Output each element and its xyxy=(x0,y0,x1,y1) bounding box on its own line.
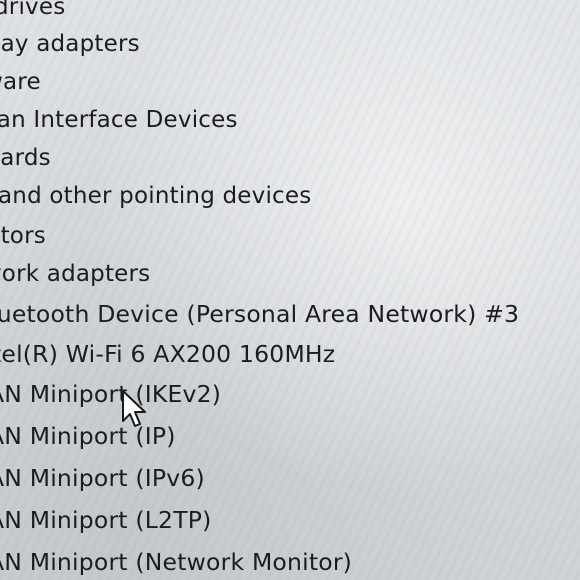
tree-item-label: AN Miniport (L2TP) xyxy=(0,506,212,534)
tree-item-label: AN Miniport (IPv6) xyxy=(0,464,205,492)
tree-item-label: nan Interface Devices xyxy=(0,107,238,133)
tree-item-firmware[interactable]: ware xyxy=(0,63,41,101)
tree-item-disk-drives[interactable]: drives xyxy=(0,0,65,26)
device-manager-tree: drives lay adapters ware nan Interface D… xyxy=(0,0,580,580)
tree-item-label: lay adapters xyxy=(0,31,140,57)
arrow-pointer-icon xyxy=(122,390,146,427)
tree-item-wan-ikev2[interactable]: AN Miniport (IKEv2) xyxy=(0,375,221,413)
tree-item-display-adapters[interactable]: lay adapters xyxy=(0,25,140,63)
tree-item-label: tel(R) Wi-Fi 6 AX200 160MHz xyxy=(0,340,336,368)
tree-item-mice[interactable]: and other pointing devices xyxy=(0,177,311,215)
tree-item-label: vork adapters xyxy=(0,261,151,287)
tree-item-wan-l2tp[interactable]: AN Miniport (L2TP) xyxy=(0,501,212,539)
tree-item-label: AN Miniport (Network Monitor) xyxy=(0,548,353,576)
tree-item-wan-network-monitor[interactable]: AN Miniport (Network Monitor) xyxy=(0,543,352,580)
tree-item-label: luetooth Device (Personal Area Network) … xyxy=(0,300,520,328)
tree-item-label: oards xyxy=(0,145,51,171)
tree-item-label: itors xyxy=(0,223,46,249)
tree-item-wan-ipv6[interactable]: AN Miniport (IPv6) xyxy=(0,459,205,497)
tree-item-human-interface-devices[interactable]: nan Interface Devices xyxy=(0,101,238,139)
tree-item-bluetooth-pan[interactable]: luetooth Device (Personal Area Network) … xyxy=(0,295,519,333)
tree-item-keyboards[interactable]: oards xyxy=(0,139,51,177)
tree-item-network-adapters[interactable]: vork adapters xyxy=(0,255,150,293)
tree-item-label: and other pointing devices xyxy=(0,183,312,209)
tree-item-label: AN Miniport (IKEv2) xyxy=(0,380,222,408)
tree-item-label: ware xyxy=(0,69,41,95)
tree-item-monitors[interactable]: itors xyxy=(0,217,46,255)
tree-item-label: drives xyxy=(0,0,66,20)
tree-item-intel-wifi[interactable]: tel(R) Wi-Fi 6 AX200 160MHz xyxy=(0,335,335,373)
